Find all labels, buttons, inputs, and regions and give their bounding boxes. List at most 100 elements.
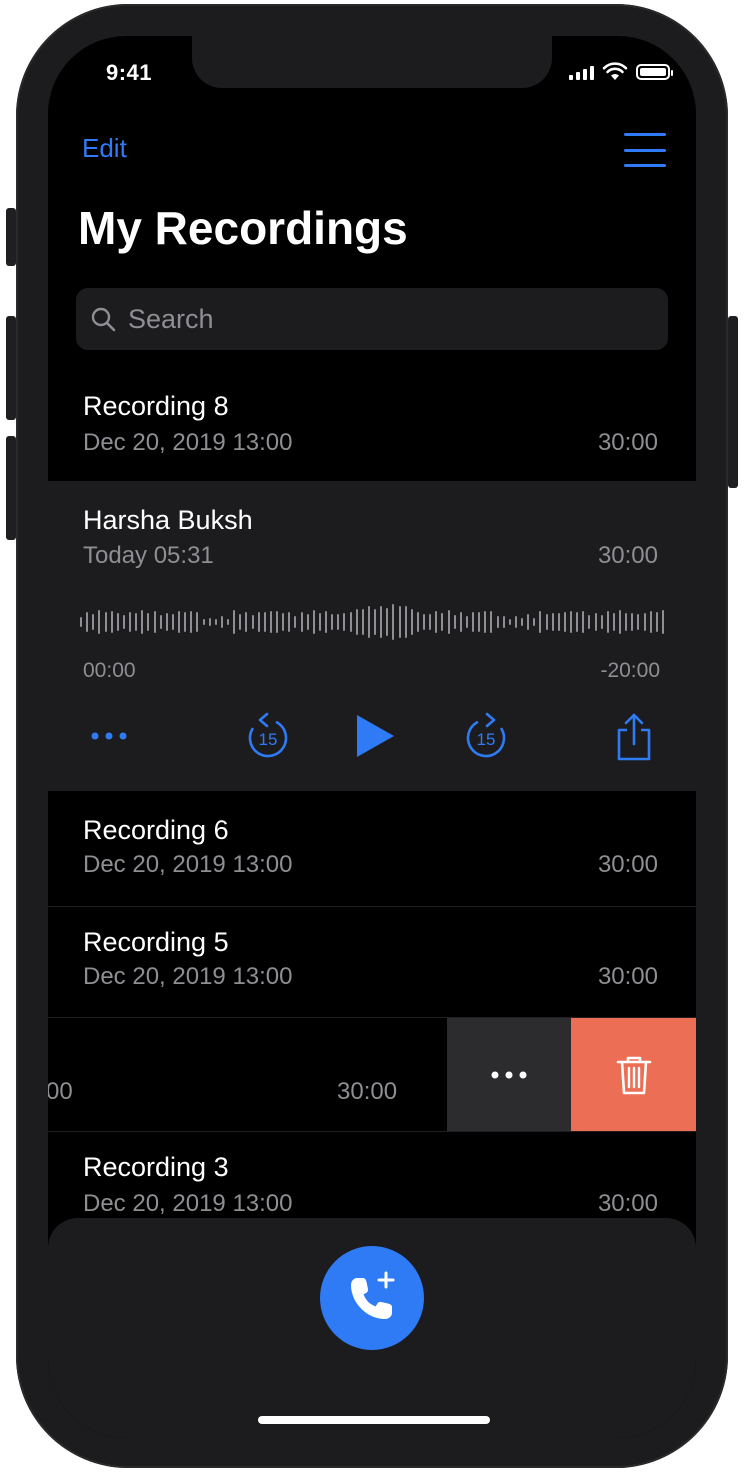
waveform-bar [208,618,211,626]
waveform-bar [135,613,138,631]
waveform-bar [141,610,144,634]
waveform-bar [410,609,413,635]
waveform-bar [392,604,395,640]
recording-name: Recording 8 [83,391,229,421]
waveform-bar [202,618,205,626]
waveform-bar [521,618,523,626]
waveform-bar [649,611,652,633]
edit-button[interactable]: Edit [82,133,127,164]
recording-date: Dec 20, 2019 13:00 [83,1190,293,1217]
new-call-recording-button[interactable] [320,1246,424,1350]
waveform-bar [159,615,162,629]
search-input[interactable] [126,302,650,336]
home-indicator[interactable] [258,1416,490,1424]
wifi-icon [602,62,628,80]
more-options-button[interactable] [84,711,134,761]
waveform-bar [86,611,89,633]
waveform-bar [459,611,462,633]
waveform-bar [361,609,364,635]
expanded-recording[interactable]: Harsha Buksh Today 05:31 30:00 00:00 -20… [48,481,696,791]
play-icon [357,715,394,757]
status-icons [569,62,673,82]
volume-down-button [6,436,16,540]
waveform-bar [496,616,499,628]
list-item[interactable]: Recording 3 Dec 20, 2019 13:00 30:00 [48,1132,696,1232]
waveform-bar [251,615,254,629]
recording-date: Dec 20, 2019 13:00 [83,963,293,990]
waveform-bar [214,619,217,625]
waveform-bar [557,613,560,631]
waveform-bar [619,610,621,634]
list-item[interactable]: Recording 8 Dec 20, 2019 13:00 30:00 [48,372,696,481]
waveform-bar [80,617,82,627]
recording-duration: 30:00 [597,1190,658,1217]
play-button[interactable] [352,711,398,761]
waveform-bar [343,612,346,632]
recording-duration: 30:00 [597,542,658,569]
waveform-bar [196,611,199,633]
waveform-bar [318,612,321,632]
waveform-bar [227,618,229,626]
waveform-bar [294,616,297,628]
swiped-list-item[interactable]: 00 30:00 [48,1018,696,1131]
recording-duration: 30:00 [597,429,658,456]
waveform-bar [239,613,242,631]
waveform-bar [661,610,664,634]
waveform-bar [165,613,168,631]
skip-back-button[interactable]: 15 [244,711,292,761]
waveform-bar [374,609,376,635]
screen: 9:41 Edit My Recordings Recording 8 Dec … [48,36,696,1438]
elapsed-time: 00:00 [83,659,136,682]
waveform-bar [331,613,334,631]
trash-icon [616,1056,651,1094]
waveform-scrubber[interactable] [80,599,664,645]
notch [192,36,552,88]
waveform-bar [514,615,517,629]
waveform-bar [380,606,383,638]
recording-date: 00 [48,1078,73,1105]
waveform-bar [551,613,554,631]
swipe-more-button[interactable] [447,1018,571,1131]
waveform-bar [220,615,223,629]
waveform-bar [435,610,438,634]
swipe-delete-button[interactable] [571,1018,696,1131]
more-dots-icon [91,732,127,740]
waveform-bar [233,610,236,634]
waveform-bar [429,613,432,631]
waveform-bar [386,607,389,637]
waveform-bar [122,614,125,630]
waveform-bar [478,612,481,632]
skip-back-15-icon: 15 [248,712,288,758]
skip-forward-button[interactable]: 15 [462,711,510,761]
waveform-bar [404,606,407,638]
waveform-bar [563,611,566,633]
waveform-bar [282,613,285,631]
waveform-bar [288,612,291,632]
waveform-bar [178,611,180,633]
recording-name: Harsha Buksh [83,505,253,535]
recording-date: Today 05:31 [83,542,214,569]
waveform-bar [367,605,370,639]
share-button[interactable] [612,711,656,763]
page-title: My Recordings [78,202,408,254]
remaining-time: -20:00 [600,659,660,682]
list-item[interactable]: Recording 6 Dec 20, 2019 13:00 30:00 [48,791,696,906]
waveform-bar [129,612,131,632]
waveform-bar [398,606,401,638]
waveform-bar [190,611,193,633]
hamburger-menu-icon[interactable] [624,133,666,167]
waveform-bar [631,612,634,632]
waveform-bar [98,610,101,634]
waveform-bar [257,612,260,632]
battery-icon [636,64,673,80]
waveform-bar [576,612,579,632]
list-item[interactable]: Recording 5 Dec 20, 2019 13:00 30:00 [48,907,696,1018]
waveform-bar [508,619,511,625]
waveform-bar [527,614,530,630]
search-bar[interactable] [76,288,668,350]
waveform-bar [447,610,450,634]
waveform-bar [312,610,315,634]
waveform-bar [594,612,597,632]
waveform-bar [116,612,119,632]
status-time: 9:41 [106,60,153,85]
